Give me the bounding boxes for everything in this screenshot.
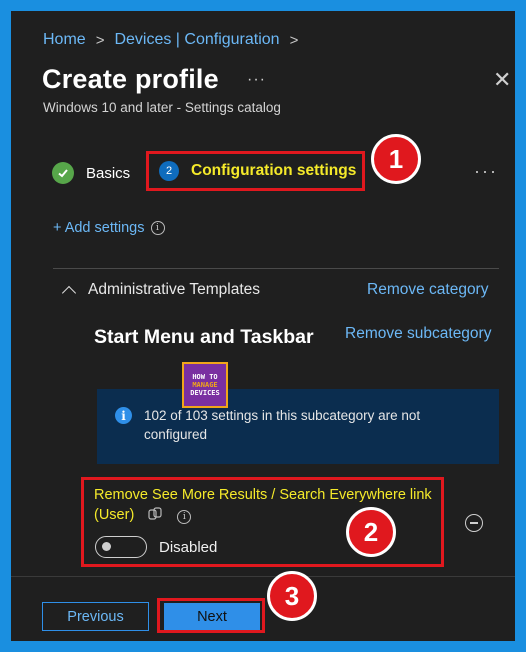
next-button[interactable]: Next [164,603,260,630]
step-configuration-settings-label: Configuration settings [191,162,357,179]
annotation-badge-3: 3 [267,571,317,621]
close-icon[interactable]: ✕ [493,69,511,91]
breadcrumb-home[interactable]: Home [43,31,86,49]
setting-toggle[interactable] [95,536,147,558]
copilot-icon[interactable] [148,507,163,527]
annotation-badge-2: 2 [346,507,396,557]
toggle-state-label: Disabled [159,539,218,556]
previous-button[interactable]: Previous [42,602,149,631]
more-options-icon[interactable]: ··· [247,71,266,89]
page-title: Create profile [42,64,219,94]
create-profile-panel: Home > Devices | Configuration > Create … [11,11,515,641]
step-number-badge: 2 [159,161,179,181]
info-icon[interactable]: i [177,510,192,524]
chevron-right-icon: > [95,31,105,49]
more-options-icon[interactable]: ··· [474,161,498,182]
step-basics-label: Basics [86,164,131,182]
logo-line-2: MANAGE [192,381,218,389]
info-banner-text: 102 of 103 settings in this subcategory … [144,408,421,442]
info-icon: i [115,407,132,424]
subcategory-title: Start Menu and Taskbar [94,326,314,348]
remove-category-link[interactable]: Remove category [367,281,488,299]
chevron-up-icon [61,285,77,300]
step-basics[interactable]: Basics [52,162,130,184]
category-name: Administrative Templates [88,281,261,298]
add-settings-link[interactable]: + Add settings i [53,220,165,236]
annotation-badge-1: 1 [371,134,421,184]
page-subtitle: Windows 10 and later - Settings catalog [43,100,281,115]
info-icon[interactable]: i [150,221,165,235]
logo-line-1: HOW TO [192,373,218,381]
footer-divider [11,576,515,577]
checkmark-icon [52,162,74,184]
chevron-right-icon: > [289,31,299,49]
breadcrumb: Home > Devices | Configuration > [43,31,302,49]
remove-setting-icon[interactable] [465,514,483,532]
breadcrumb-devices-configuration[interactable]: Devices | Configuration [114,31,279,49]
toggle-knob [102,542,111,551]
category-header[interactable]: Administrative Templates [61,281,261,300]
step-configuration-settings[interactable]: 2 Configuration settings [146,151,365,191]
how-to-manage-devices-logo: HOW TO MANAGE DEVICES [182,362,228,408]
divider [53,268,499,269]
add-settings-label: + Add settings [53,220,145,236]
remove-subcategory-link[interactable]: Remove subcategory [345,325,491,343]
logo-line-3: DEVICES [190,389,220,397]
